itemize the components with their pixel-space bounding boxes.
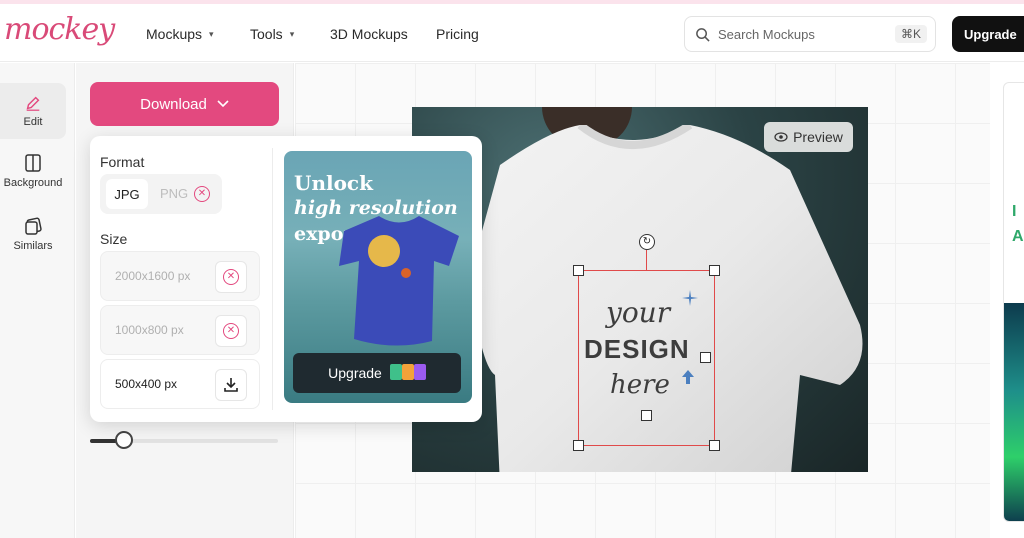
promo-upgrade-label: Upgrade bbox=[328, 365, 382, 381]
nav-mockups-label: Mockups bbox=[146, 26, 203, 42]
ad-text-fragment: AI bbox=[1012, 228, 1024, 245]
preview-button[interactable]: Preview bbox=[764, 122, 853, 152]
resize-handle-bottom-left[interactable] bbox=[573, 440, 584, 451]
format-png-option[interactable]: PNG bbox=[160, 179, 188, 209]
size-option-2000x1600[interactable]: 2000x1600 px ✕ bbox=[100, 251, 260, 301]
nav-tools[interactable]: Tools ▾ bbox=[250, 26, 294, 42]
size-option-label: 2000x1600 px bbox=[115, 269, 191, 283]
locked-x-icon: ✕ bbox=[194, 186, 210, 202]
locked-size-button[interactable]: ✕ bbox=[215, 261, 247, 293]
sidebar-item-background[interactable]: Background bbox=[0, 143, 66, 199]
nav-mockups[interactable]: Mockups ▾ bbox=[146, 26, 214, 42]
sidebar-item-similars[interactable]: Similars bbox=[0, 206, 66, 262]
resize-handle-top-left[interactable] bbox=[573, 265, 584, 276]
rotate-connector bbox=[646, 250, 647, 270]
search-shortcut-badge: ⌘K bbox=[894, 25, 927, 43]
eye-icon bbox=[774, 132, 788, 142]
search-placeholder: Search Mockups bbox=[718, 26, 815, 42]
promo-upgrade-button[interactable]: Upgrade bbox=[293, 353, 461, 393]
size-option-label: 500x400 px bbox=[115, 377, 178, 391]
search-icon bbox=[696, 27, 710, 42]
size-label: Size bbox=[100, 231, 128, 247]
format-selector: JPG PNG ✕ bbox=[100, 174, 222, 214]
format-jpg-option[interactable]: JPG bbox=[106, 179, 148, 209]
size-option-label: 1000x800 px bbox=[115, 323, 184, 337]
upgrade-promo-card: Unlock high resolution export Upgrade bbox=[284, 151, 472, 403]
premium-gems-icon bbox=[389, 363, 426, 383]
download-options-popup: Format JPG PNG ✕ Size 2000x1600 px ✕ 100… bbox=[90, 136, 482, 422]
sidebar-item-edit[interactable]: Edit bbox=[0, 83, 66, 139]
header-upgrade-button[interactable]: Upgrade bbox=[952, 16, 1024, 52]
preview-label: Preview bbox=[793, 129, 843, 145]
pencil-icon bbox=[26, 96, 40, 111]
sidebar-item-label: Background bbox=[3, 177, 63, 189]
left-sidebar: Edit Background Similars bbox=[0, 63, 75, 538]
locked-x-icon: ✕ bbox=[223, 323, 239, 339]
locked-x-icon: ✕ bbox=[223, 269, 239, 285]
background-icon bbox=[25, 154, 41, 172]
similars-icon bbox=[25, 217, 42, 235]
mockey-logo[interactable]: mockey bbox=[4, 12, 115, 47]
ad-image bbox=[1004, 303, 1024, 521]
resize-handle-right[interactable] bbox=[700, 352, 711, 363]
search-input[interactable]: Search Mockups ⌘K bbox=[684, 16, 936, 52]
format-label: Format bbox=[100, 154, 145, 170]
rotate-handle-icon[interactable]: ↻ bbox=[639, 234, 655, 250]
download-button-label: Download bbox=[140, 95, 207, 113]
popup-divider bbox=[272, 148, 273, 410]
download-button[interactable]: Download bbox=[90, 82, 279, 126]
right-ad-banner[interactable]: I AI bbox=[1003, 82, 1024, 522]
sidebar-item-label: Similars bbox=[13, 240, 53, 252]
nav-pricing[interactable]: Pricing bbox=[436, 26, 479, 42]
nav-tools-label: Tools bbox=[250, 26, 283, 42]
chevron-down-icon bbox=[217, 100, 229, 108]
chevron-down-icon: ▾ bbox=[209, 28, 214, 39]
size-option-500x400[interactable]: 500x400 px bbox=[100, 359, 260, 409]
slider-handle[interactable] bbox=[114, 431, 133, 449]
top-header: mockey Mockups ▾ Tools ▾ 3D Mockups Pric… bbox=[0, 4, 1024, 62]
resize-handle-bottom-right[interactable] bbox=[709, 440, 720, 451]
size-option-1000x800[interactable]: 1000x800 px ✕ bbox=[100, 305, 260, 355]
download-size-button[interactable] bbox=[215, 369, 247, 401]
locked-size-button[interactable]: ✕ bbox=[215, 315, 247, 347]
resize-handle-bottom[interactable] bbox=[641, 410, 652, 421]
download-icon bbox=[224, 378, 238, 392]
resize-handle-top-right[interactable] bbox=[709, 265, 720, 276]
nav-3d-mockups-label: 3D Mockups bbox=[330, 26, 408, 42]
chevron-down-icon: ▾ bbox=[289, 28, 295, 39]
promo-line-1: Unlock bbox=[294, 171, 373, 195]
nav-pricing-label: Pricing bbox=[436, 26, 479, 42]
ad-text-fragment: I bbox=[1012, 203, 1017, 220]
size-slider[interactable] bbox=[90, 431, 278, 449]
sidebar-item-label: Edit bbox=[23, 116, 43, 128]
promo-tshirt-image bbox=[339, 216, 459, 346]
nav-3d-mockups[interactable]: 3D Mockups bbox=[330, 26, 408, 42]
